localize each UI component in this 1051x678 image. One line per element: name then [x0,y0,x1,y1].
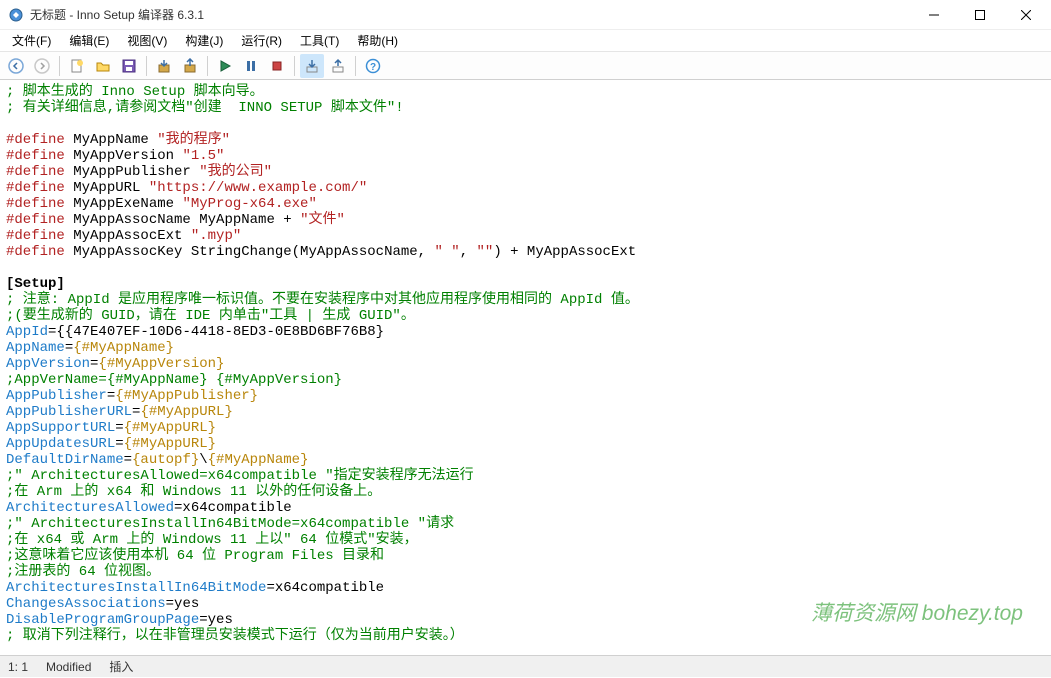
code-line[interactable]: AppPublisher={#MyAppPublisher} [6,388,1045,404]
code-line[interactable]: #define MyAppAssocName MyAppName + "文件" [6,212,1045,228]
separator [146,56,147,76]
cursor-position: 1: 1 [8,660,28,674]
menu-file[interactable]: 文件(F) [4,30,59,51]
back-button[interactable] [4,54,28,78]
code-line[interactable]: AppPublisherURL={#MyAppURL} [6,404,1045,420]
run-button[interactable] [213,54,237,78]
code-line[interactable]: ;在 Arm 上的 x64 和 Windows 11 以外的任何设备上。 [6,484,1045,500]
maximize-button[interactable] [957,0,1003,30]
close-button[interactable] [1003,0,1049,30]
code-line[interactable]: DefaultDirName={autopf}\{#MyAppName} [6,452,1045,468]
modified-indicator: Modified [46,660,91,674]
code-line[interactable]: #define MyAppURL "https://www.example.co… [6,180,1045,196]
status-bar: 1: 1 Modified 插入 [0,655,1051,677]
step-into-button[interactable] [300,54,324,78]
code-line[interactable]: DisableProgramGroupPage=yes [6,612,1045,628]
code-line[interactable]: ;(要生成新的 GUID，请在 IDE 内单击"工具 | 生成 GUID"。 [6,308,1045,324]
code-line[interactable]: ;" ArchitecturesInstallIn64BitMode=x64co… [6,516,1045,532]
svg-text:?: ? [370,62,376,73]
stop-button[interactable] [265,54,289,78]
code-line[interactable]: ; 注意: AppId 是应用程序唯一标识值。不要在安装程序中对其他应用程序使用… [6,292,1045,308]
save-button[interactable] [117,54,141,78]
code-line[interactable]: ;" ArchitecturesAllowed=x64compatible "指… [6,468,1045,484]
separator [355,56,356,76]
step-over-button[interactable] [326,54,350,78]
code-line[interactable]: AppName={#MyAppName} [6,340,1045,356]
minimize-button[interactable] [911,0,957,30]
code-line[interactable]: ;注册表的 64 位视图。 [6,564,1045,580]
code-line[interactable]: ; 有关详细信息,请参阅文档"创建 INNO SETUP 脚本文件"! [6,100,1045,116]
separator [59,56,60,76]
code-line[interactable]: ArchitecturesInstallIn64BitMode=x64compa… [6,580,1045,596]
app-icon [8,7,24,23]
code-line[interactable]: ;这意味着它应该使用本机 64 位 Program Files 目录和 [6,548,1045,564]
compile-run-button[interactable] [178,54,202,78]
window-title: 无标题 - Inno Setup 编译器 6.3.1 [30,6,911,23]
menu-run[interactable]: 运行(R) [233,30,290,51]
compile-button[interactable] [152,54,176,78]
code-line[interactable]: #define MyAppAssocKey StringChange(MyApp… [6,244,1045,260]
code-line[interactable]: ChangesAssociations=yes [6,596,1045,612]
code-line[interactable]: ; 脚本生成的 Inno Setup 脚本向导。 [6,84,1045,100]
title-bar: 无标题 - Inno Setup 编译器 6.3.1 [0,0,1051,30]
menu-bar: 文件(F) 编辑(E) 视图(V) 构建(J) 运行(R) 工具(T) 帮助(H… [0,30,1051,52]
code-line[interactable]: #define MyAppExeName "MyProg-x64.exe" [6,196,1045,212]
code-editor[interactable]: ; 脚本生成的 Inno Setup 脚本向导。; 有关详细信息,请参阅文档"创… [0,80,1051,655]
pause-button[interactable] [239,54,263,78]
code-line[interactable]: AppSupportURL={#MyAppURL} [6,420,1045,436]
code-line[interactable]: [Setup] [6,276,1045,292]
menu-help[interactable]: 帮助(H) [349,30,406,51]
code-line[interactable]: AppUpdatesURL={#MyAppURL} [6,436,1045,452]
help-button[interactable]: ? [361,54,385,78]
code-line[interactable]: AppId={{47E407EF-10D6-4418-8ED3-0E8BD6BF… [6,324,1045,340]
menu-build[interactable]: 构建(J) [177,30,231,51]
forward-button[interactable] [30,54,54,78]
code-line[interactable] [6,116,1045,132]
code-line[interactable]: AppVersion={#MyAppVersion} [6,356,1045,372]
toolbar: ? [0,52,1051,80]
code-line[interactable] [6,260,1045,276]
separator [294,56,295,76]
code-line[interactable]: #define MyAppVersion "1.5" [6,148,1045,164]
code-line[interactable]: ; 取消下列注释行，以在非管理员安装模式下运行（仅为当前用户安装。） [6,628,1045,644]
code-line[interactable]: #define MyAppName "我的程序" [6,132,1045,148]
code-line[interactable]: #define MyAppAssocExt ".myp" [6,228,1045,244]
menu-tools[interactable]: 工具(T) [292,30,347,51]
menu-view[interactable]: 视图(V) [119,30,175,51]
code-line[interactable]: ArchitecturesAllowed=x64compatible [6,500,1045,516]
code-line[interactable]: ;AppVerName={#MyAppName} {#MyAppVersion} [6,372,1045,388]
menu-edit[interactable]: 编辑(E) [61,30,117,51]
open-button[interactable] [91,54,115,78]
code-line[interactable]: #define MyAppPublisher "我的公司" [6,164,1045,180]
separator [207,56,208,76]
insert-mode: 插入 [109,658,133,675]
code-line[interactable]: ;在 x64 或 Arm 上的 Windows 11 上以" 64 位模式"安装… [6,532,1045,548]
new-button[interactable] [65,54,89,78]
